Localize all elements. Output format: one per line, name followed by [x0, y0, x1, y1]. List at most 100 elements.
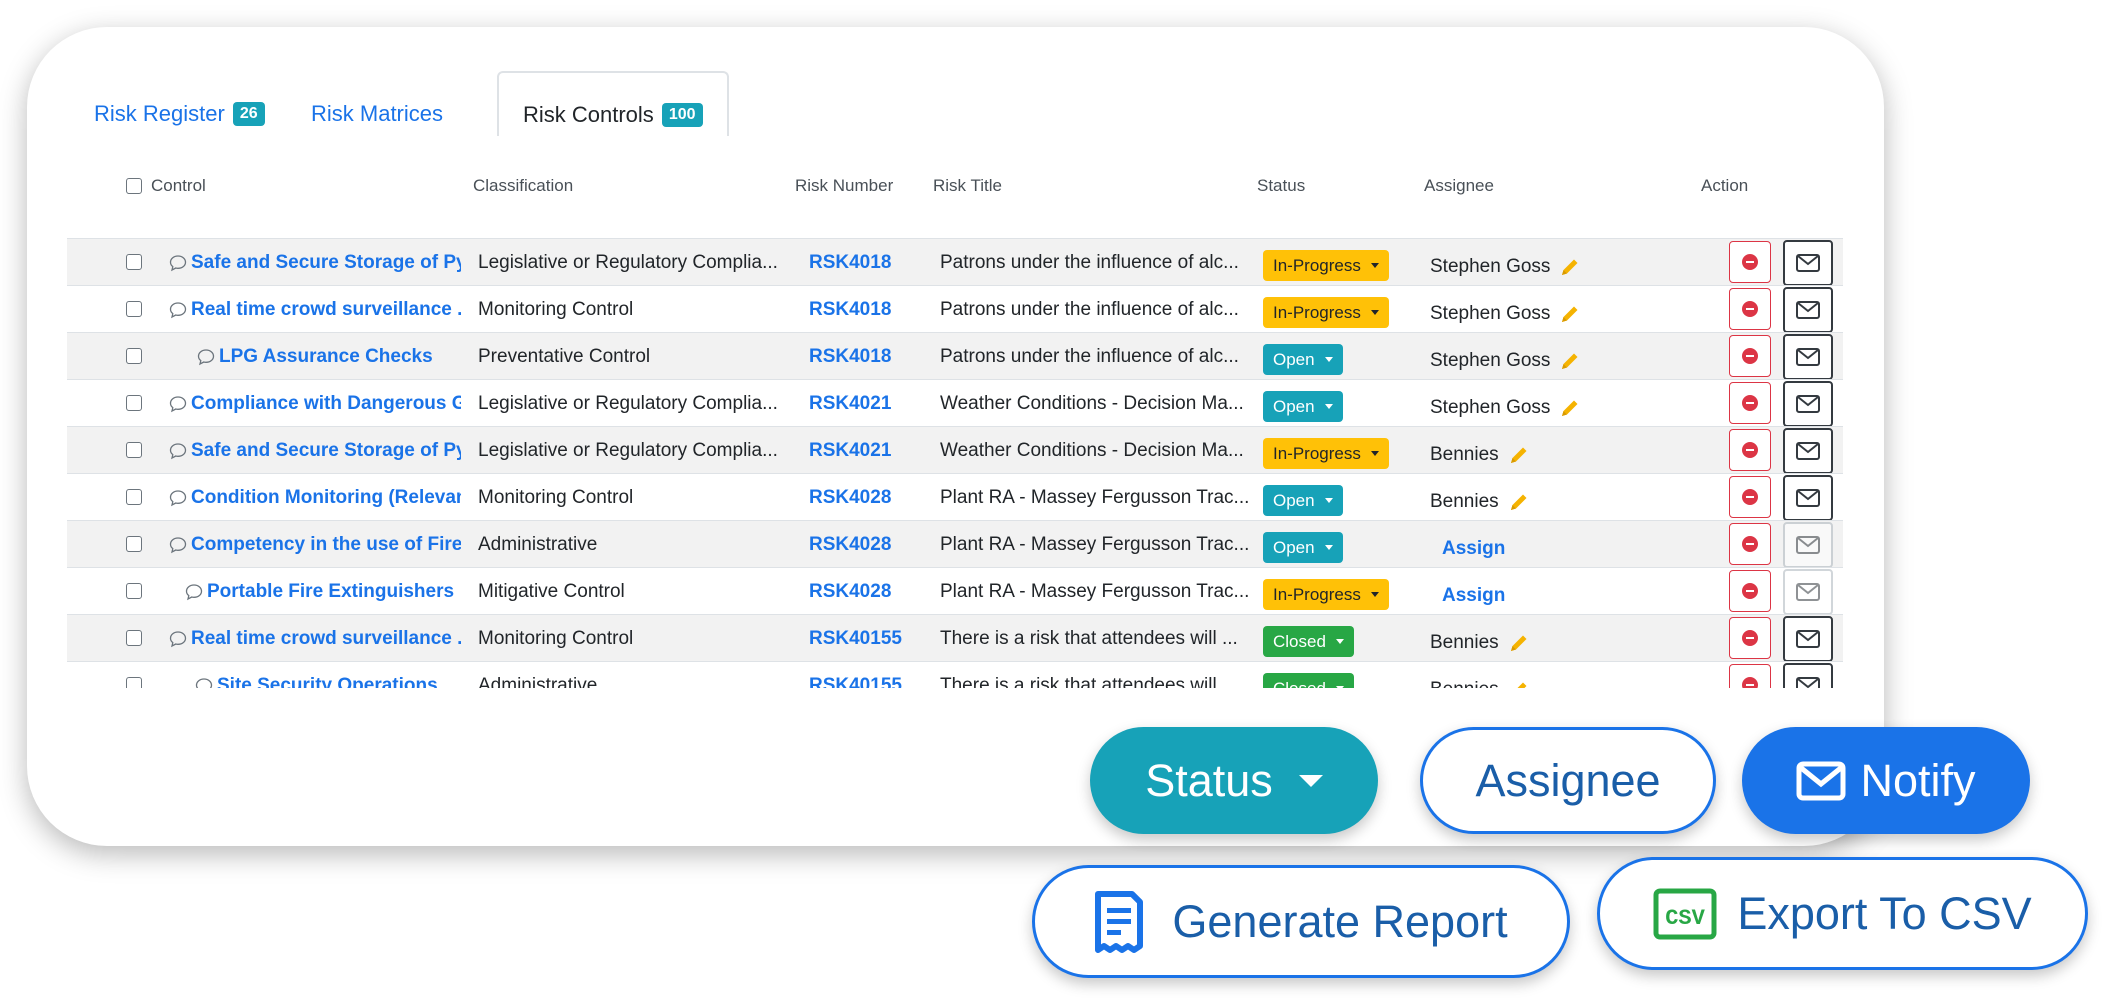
row-checkbox[interactable]	[126, 395, 142, 411]
header-assignee[interactable]: Assignee	[1424, 176, 1494, 196]
table-row[interactable]: Compliance with Dangerous G... Legislativ…	[67, 379, 1843, 427]
table-row[interactable]: Competency in the use of Fire... Administ…	[67, 520, 1843, 568]
control-link[interactable]: Condition Monitoring (Relevan...	[169, 474, 461, 521]
notify-row-button[interactable]	[1783, 663, 1833, 688]
control-link[interactable]: Safe and Secure Storage of Py...	[169, 427, 461, 474]
remove-button[interactable]	[1729, 241, 1771, 283]
notify-row-button[interactable]	[1783, 569, 1833, 615]
status-dropdown[interactable]: Open	[1263, 532, 1343, 563]
table-row[interactable]: Condition Monitoring (Relevan... Monitori…	[67, 473, 1843, 521]
status-dropdown[interactable]: In-Progress	[1263, 250, 1389, 281]
notify-row-button[interactable]	[1783, 240, 1833, 286]
notify-button-label: Notify	[1860, 754, 1976, 806]
remove-button[interactable]	[1729, 382, 1771, 424]
control-link[interactable]: Real time crowd surveillance ...	[169, 615, 461, 662]
pencil-icon[interactable]	[1558, 255, 1582, 279]
table-row[interactable]: Safe and Secure Storage of Py... Legislat…	[67, 426, 1843, 474]
notify-row-button[interactable]	[1783, 287, 1833, 333]
pencil-icon[interactable]	[1507, 443, 1531, 467]
remove-button[interactable]	[1729, 335, 1771, 377]
pencil-icon[interactable]	[1558, 396, 1582, 420]
notify-row-button[interactable]	[1783, 475, 1833, 521]
status-cell: In-Progress	[1263, 239, 1423, 286]
control-link[interactable]: Site Security Operations	[195, 662, 461, 688]
table-row[interactable]: Real time crowd surveillance ... Monitori…	[67, 285, 1843, 333]
notify-row-button[interactable]	[1783, 616, 1833, 662]
header-risk-number[interactable]: Risk Number	[795, 176, 893, 196]
assign-link[interactable]: Assign	[1442, 538, 1505, 560]
status-dropdown[interactable]: In-Progress	[1263, 579, 1389, 610]
control-link[interactable]: Competency in the use of Fire...	[169, 521, 461, 568]
table-row[interactable]: Site Security Operations Administrative RS…	[67, 661, 1843, 688]
pencil-icon[interactable]	[1507, 490, 1531, 514]
control-link[interactable]: Portable Fire Extinguishers	[185, 568, 461, 615]
notify-row-button[interactable]	[1783, 428, 1833, 474]
status-label: Closed	[1273, 678, 1326, 689]
row-checkbox[interactable]	[126, 583, 142, 599]
table-row[interactable]: Safe and Secure Storage of Py... Legislat…	[67, 238, 1843, 286]
remove-button[interactable]	[1729, 570, 1771, 612]
header-control[interactable]: Control	[151, 176, 206, 196]
table-row[interactable]: Real time crowd surveillance ... Monitori…	[67, 614, 1843, 662]
pencil-icon[interactable]	[1558, 349, 1582, 373]
risk-number-link[interactable]: RSK4021	[809, 427, 929, 474]
status-dropdown[interactable]: Open	[1263, 391, 1343, 422]
risk-number-link[interactable]: RSK4028	[809, 568, 929, 615]
bulk-assignee-button[interactable]: Assignee	[1420, 727, 1716, 834]
risk-title-cell: Patrons under the influence of alc...	[940, 298, 1239, 320]
bulk-notify-button[interactable]: Notify	[1742, 727, 2030, 834]
remove-button[interactable]	[1729, 523, 1771, 565]
assign-link[interactable]: Assign	[1442, 585, 1505, 607]
pencil-icon[interactable]	[1507, 631, 1531, 655]
status-dropdown[interactable]: In-Progress	[1263, 438, 1389, 469]
pencil-icon[interactable]	[1507, 678, 1531, 689]
row-checkbox[interactable]	[126, 536, 142, 552]
risk-number-link[interactable]: RSK4018	[809, 239, 929, 286]
notify-row-button[interactable]	[1783, 381, 1833, 427]
header-classification[interactable]: Classification	[473, 176, 573, 196]
notify-row-button[interactable]	[1783, 334, 1833, 380]
export-csv-button[interactable]: CSV Export To CSV	[1597, 857, 2088, 970]
status-dropdown[interactable]: Closed	[1263, 626, 1354, 657]
pencil-icon[interactable]	[1558, 302, 1582, 326]
row-checkbox[interactable]	[126, 489, 142, 505]
status-dropdown[interactable]: Closed	[1263, 673, 1354, 688]
control-link[interactable]: Real time crowd surveillance ...	[169, 286, 461, 333]
risk-number-link[interactable]: RSK4021	[809, 380, 929, 427]
row-checkbox[interactable]	[126, 348, 142, 364]
status-dropdown[interactable]: Open	[1263, 485, 1343, 516]
bulk-status-button[interactable]: Status	[1090, 727, 1378, 834]
status-label: In-Progress	[1273, 302, 1361, 322]
status-dropdown[interactable]: Open	[1263, 344, 1343, 375]
risk-number-link[interactable]: RSK40155	[809, 662, 929, 689]
risk-number-link[interactable]: RSK40155	[809, 615, 929, 662]
status-dropdown[interactable]: In-Progress	[1263, 297, 1389, 328]
risk-number-link[interactable]: RSK4018	[809, 333, 929, 380]
control-link[interactable]: LPG Assurance Checks	[197, 333, 461, 380]
risk-number-link[interactable]: RSK4018	[809, 286, 929, 333]
header-status[interactable]: Status	[1257, 176, 1305, 196]
row-checkbox[interactable]	[126, 301, 142, 317]
caret-down-icon	[1324, 498, 1333, 503]
remove-button[interactable]	[1729, 429, 1771, 471]
control-link[interactable]: Safe and Secure Storage of Py...	[169, 239, 461, 286]
row-checkbox[interactable]	[126, 442, 142, 458]
select-all-checkbox[interactable]	[126, 178, 142, 194]
row-checkbox[interactable]	[126, 630, 142, 646]
risk-number-link[interactable]: RSK4028	[809, 521, 929, 568]
remove-button[interactable]	[1729, 664, 1771, 688]
row-checkbox[interactable]	[126, 254, 142, 270]
table-row[interactable]: LPG Assurance Checks Preventative Control…	[67, 332, 1843, 380]
header-risk-title[interactable]: Risk Title	[933, 176, 1002, 196]
notify-row-button[interactable]	[1783, 522, 1833, 568]
generate-report-button[interactable]: Generate Report	[1032, 865, 1570, 978]
risk-number-link[interactable]: RSK4028	[809, 474, 929, 521]
control-link[interactable]: Compliance with Dangerous G...	[169, 380, 461, 427]
remove-button[interactable]	[1729, 476, 1771, 518]
status-label: Open	[1273, 396, 1315, 416]
remove-button[interactable]	[1729, 617, 1771, 659]
assignee-cell: Stephen Goss	[1430, 333, 1670, 380]
table-row[interactable]: Portable Fire Extinguishers Mitigative Co…	[67, 567, 1843, 615]
remove-button[interactable]	[1729, 288, 1771, 330]
row-checkbox[interactable]	[126, 677, 142, 688]
